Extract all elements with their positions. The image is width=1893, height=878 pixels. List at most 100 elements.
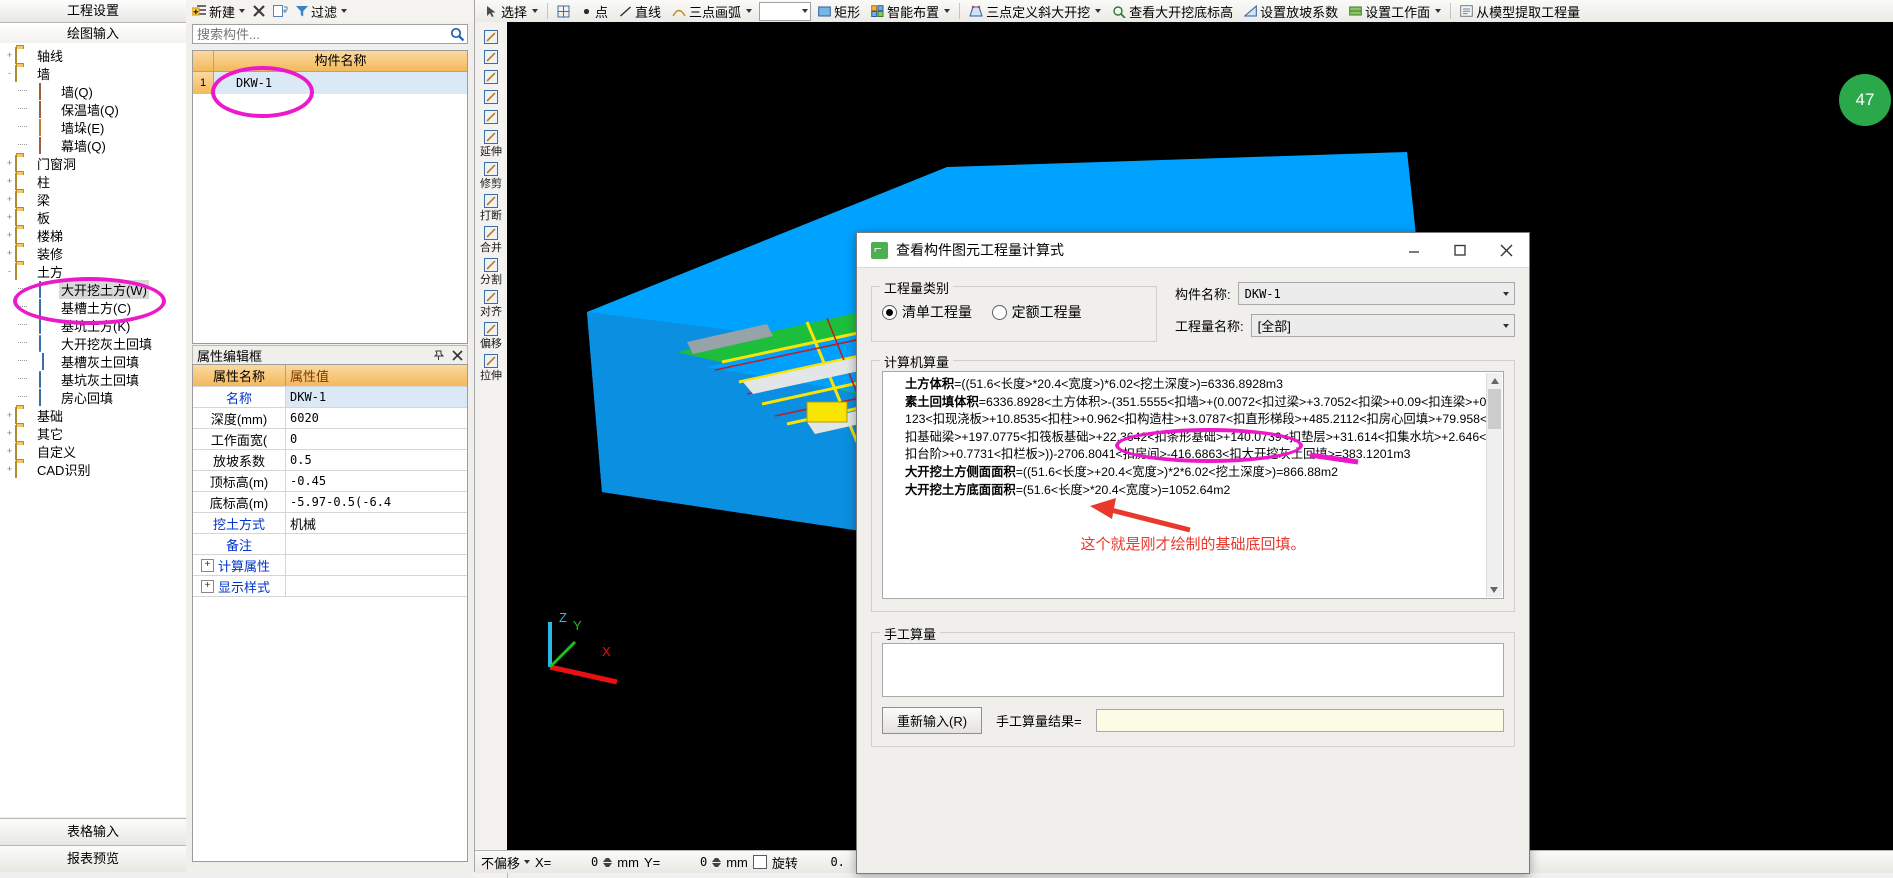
tree-item-12[interactable]: - 土方 bbox=[0, 262, 186, 280]
property-expander[interactable]: + bbox=[201, 558, 214, 572]
component-rows[interactable]: 1 DKW-1 bbox=[193, 72, 467, 94]
property-value[interactable] bbox=[286, 576, 467, 596]
delete-button[interactable] bbox=[252, 4, 266, 18]
radio-list-quantity[interactable]: 清单工程量 bbox=[882, 302, 972, 322]
chevron-down-icon[interactable] bbox=[944, 9, 951, 13]
manual-calc-input[interactable] bbox=[882, 643, 1504, 697]
vtool-rotate-icon[interactable] bbox=[477, 108, 505, 126]
tree-item-14[interactable]: 基槽土方(C) bbox=[0, 298, 186, 316]
reinput-button[interactable]: 重新输入(R) bbox=[882, 707, 983, 734]
quantity-name-combo[interactable]: [全部] bbox=[1250, 314, 1515, 337]
component-name-combo[interactable]: DKW-1 bbox=[1237, 282, 1515, 305]
close-icon[interactable] bbox=[452, 350, 463, 361]
component-list[interactable]: 构件名称 1 DKW-1 bbox=[192, 50, 468, 344]
tree-item-3[interactable]: 保温墙(Q) bbox=[0, 100, 186, 118]
tree-item-23[interactable]: + CAD识别 bbox=[0, 460, 186, 478]
property-row[interactable]: + 显示样式 bbox=[193, 576, 467, 597]
tree-expander[interactable]: + bbox=[4, 46, 15, 64]
x-value[interactable]: 0 bbox=[556, 855, 598, 869]
rotate-value[interactable]: 0. bbox=[803, 855, 844, 869]
tab-report-preview[interactable]: 报表预览 bbox=[0, 845, 186, 872]
vtool-offset-icon[interactable]: 偏移 bbox=[477, 320, 505, 350]
chevron-down-icon[interactable] bbox=[746, 9, 753, 13]
nav-tab-project-settings[interactable]: 工程设置 bbox=[0, 0, 186, 23]
property-row[interactable]: + 计算属性 bbox=[193, 555, 467, 576]
property-row[interactable]: 放坡系数 0.5 bbox=[193, 450, 467, 471]
tree-expander[interactable]: - bbox=[4, 262, 15, 280]
chevron-down-icon[interactable] bbox=[532, 9, 539, 13]
chevron-down-icon[interactable] bbox=[341, 9, 348, 13]
vtool-trim-icon[interactable]: 修剪 bbox=[477, 160, 505, 190]
minimize-button[interactable] bbox=[1391, 233, 1437, 267]
ribbon-work-plane-button[interactable]: 设置工作面 bbox=[1345, 1, 1445, 21]
tree-item-5[interactable]: 幕墙(Q) bbox=[0, 136, 186, 154]
ribbon-arc-button[interactable]: 三点画弧 bbox=[668, 1, 756, 21]
property-value[interactable]: -0.45 bbox=[286, 471, 467, 491]
ribbon-line-button[interactable]: 直线 bbox=[615, 1, 665, 21]
tree-item-2[interactable]: 墙(Q) bbox=[0, 82, 186, 100]
property-value[interactable]: 0 bbox=[286, 429, 467, 449]
property-value[interactable]: -5.97-0.5(-6.4 bbox=[286, 492, 467, 512]
x-stepper[interactable] bbox=[603, 855, 613, 870]
y-stepper[interactable] bbox=[712, 855, 722, 870]
property-row[interactable]: 底标高(m) -5.97-0.5(-6.4 bbox=[193, 492, 467, 513]
radio-norm-quantity[interactable]: 定额工程量 bbox=[991, 302, 1082, 322]
ribbon-slope-factor-button[interactable]: 设置放坡系数 bbox=[1240, 1, 1342, 21]
vtool-break-icon[interactable]: 打断 bbox=[477, 192, 505, 222]
ribbon-rectangle-button[interactable]: 矩形 bbox=[814, 1, 864, 21]
property-expander[interactable]: + bbox=[201, 579, 214, 593]
ribbon-slope-excavation-button[interactable]: 三点定义斜大开挖 bbox=[965, 1, 1105, 21]
tree-expander[interactable]: + bbox=[4, 406, 15, 424]
tree-expander[interactable]: + bbox=[4, 172, 15, 190]
tree-item-18[interactable]: 基坑灰土回填 bbox=[0, 370, 186, 388]
tree-item-9[interactable]: + 板 bbox=[0, 208, 186, 226]
property-value[interactable] bbox=[286, 555, 467, 575]
property-value[interactable]: 0.5 bbox=[286, 450, 467, 470]
property-row[interactable]: 名称 DKW-1 bbox=[193, 387, 467, 408]
tree-item-19[interactable]: 房心回填 bbox=[0, 388, 186, 406]
chevron-down-icon[interactable] bbox=[802, 9, 809, 13]
tree-expander[interactable]: + bbox=[4, 442, 15, 460]
tree-item-20[interactable]: + 基础 bbox=[0, 406, 186, 424]
tree-item-1[interactable]: -墙 bbox=[0, 64, 186, 82]
tree-item-0[interactable]: + 轴线 bbox=[0, 46, 186, 64]
formula-scrollbar[interactable] bbox=[1486, 373, 1502, 597]
filter-button[interactable]: 过滤 bbox=[295, 2, 348, 21]
property-value[interactable]: 6020 bbox=[286, 408, 467, 428]
property-row[interactable]: 工作面宽(0 bbox=[193, 429, 467, 450]
ribbon-select-button[interactable]: 选择 bbox=[481, 1, 542, 21]
ribbon-smart-layout-button[interactable]: 智能布置 bbox=[867, 1, 954, 21]
tree-item-4[interactable]: 墙垛(E) bbox=[0, 118, 186, 136]
tree-item-17[interactable]: 基槽灰土回填 bbox=[0, 352, 186, 370]
property-row[interactable]: 顶标高(m) -0.45 bbox=[193, 471, 467, 492]
scroll-up-arrow[interactable] bbox=[1487, 373, 1502, 388]
property-row[interactable]: 挖土方式 机械 bbox=[193, 513, 467, 534]
ribbon-point-button[interactable]: 点 bbox=[577, 1, 612, 21]
tree-expander[interactable]: + bbox=[4, 208, 15, 226]
chevron-down-icon[interactable] bbox=[239, 9, 246, 13]
chevron-down-icon[interactable] bbox=[1496, 284, 1514, 303]
property-value[interactable]: 机械 bbox=[286, 513, 467, 533]
viewport-badge[interactable]: 47 bbox=[1839, 74, 1891, 126]
tree-expander[interactable]: + bbox=[4, 190, 15, 208]
tree-expander[interactable]: + bbox=[4, 244, 15, 262]
tree-item-13[interactable]: 大开挖土方(W) bbox=[0, 279, 186, 299]
property-row[interactable]: 备注 bbox=[193, 534, 467, 555]
property-row[interactable]: 深度(mm) 6020 bbox=[193, 408, 467, 429]
chevron-down-icon[interactable] bbox=[1435, 9, 1442, 13]
ribbon-extract-quantity-button[interactable]: 从模型提取工程量 bbox=[1456, 1, 1584, 21]
vtool-measure-icon[interactable] bbox=[477, 48, 505, 66]
tree-item-6[interactable]: + 门窗洞 bbox=[0, 154, 186, 172]
tree-expander[interactable]: + bbox=[4, 424, 15, 442]
y-value[interactable]: 0 bbox=[665, 855, 707, 869]
chevron-down-icon[interactable] bbox=[1496, 316, 1514, 335]
pin-icon[interactable] bbox=[433, 350, 444, 361]
offset-mode-combo[interactable]: 不偏移 bbox=[481, 853, 531, 872]
chevron-down-icon[interactable] bbox=[524, 860, 531, 864]
vtool-align-icon[interactable]: 对齐 bbox=[477, 288, 505, 318]
vertical-tool-strip[interactable]: 延伸 修剪 打断 合并 分割 对齐 偏移 拉伸 bbox=[475, 22, 508, 878]
new-item-button[interactable]: 新建 bbox=[192, 2, 246, 21]
scrollbar-thumb[interactable] bbox=[1488, 389, 1501, 429]
tree-expander[interactable]: + bbox=[4, 460, 15, 478]
tree-item-21[interactable]: + 其它 bbox=[0, 424, 186, 442]
